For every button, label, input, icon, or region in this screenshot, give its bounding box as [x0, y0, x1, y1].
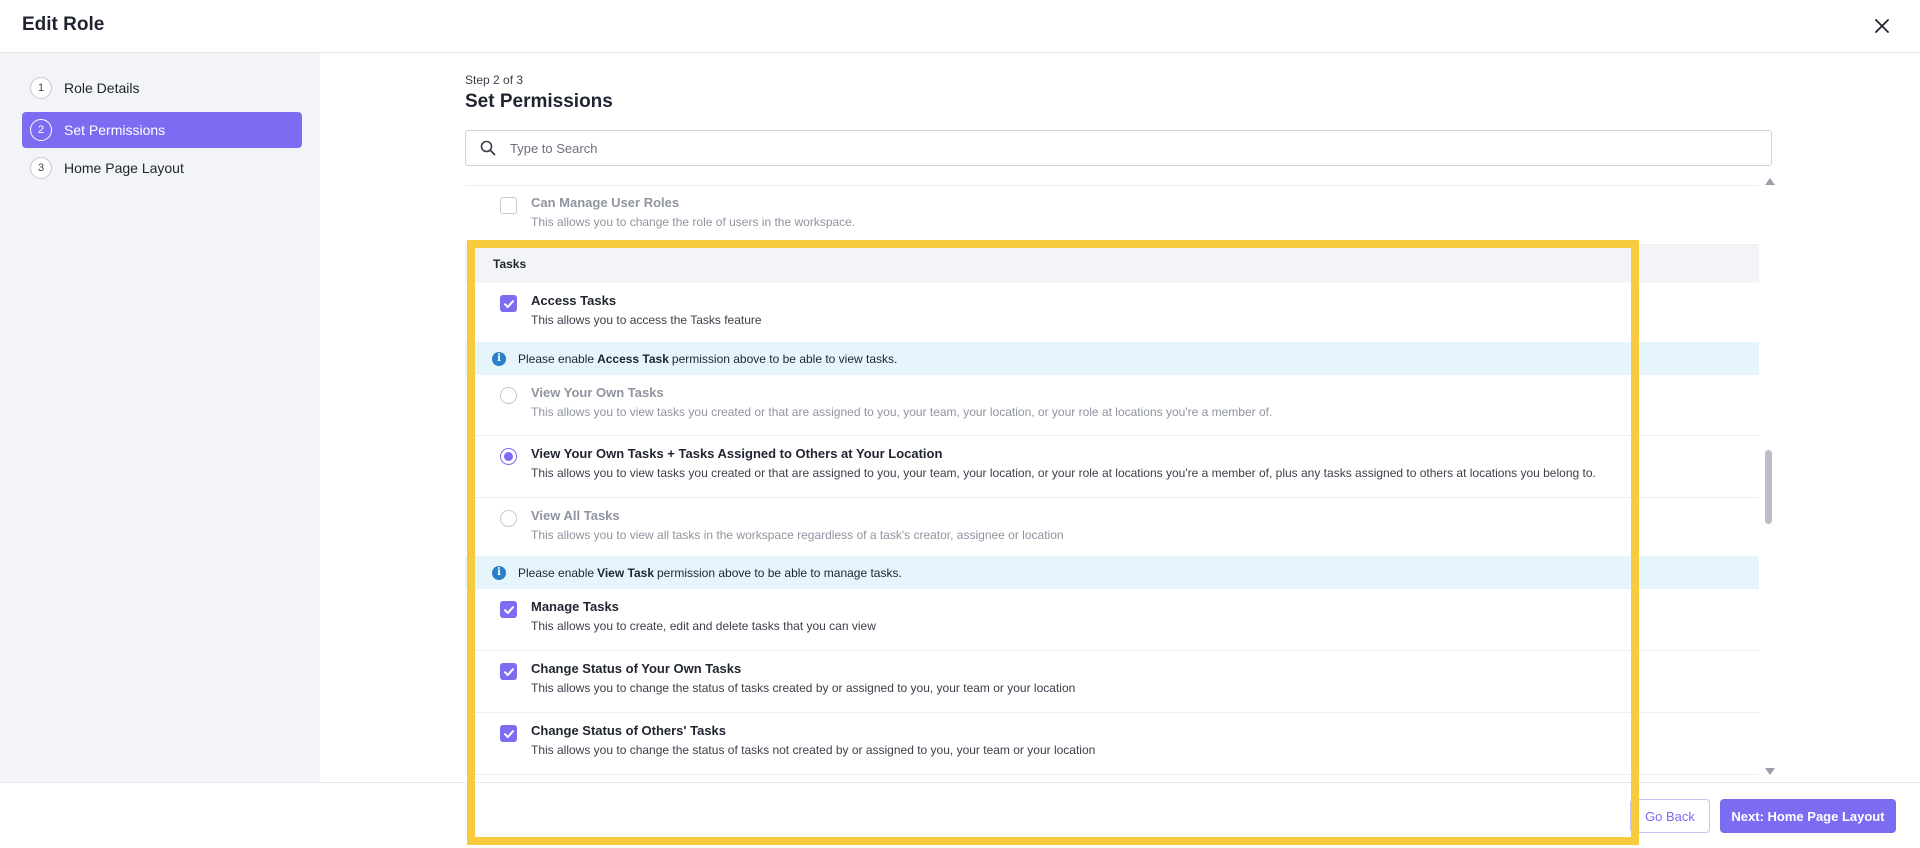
radio-selected[interactable]: [500, 448, 517, 465]
close-icon: [1875, 19, 1889, 33]
go-back-button[interactable]: Go Back: [1630, 799, 1710, 833]
permission-title: Can Manage User Roles: [531, 195, 680, 210]
permission-description: This allows you to change the role of us…: [531, 215, 856, 229]
permission-manage-tasks: Manage Tasks This allows you to create, …: [465, 589, 1759, 651]
radio-unselected[interactable]: [500, 387, 517, 404]
info-banner-access: i Please enable Access Task permission a…: [465, 342, 1759, 375]
checkbox-checked[interactable]: [500, 725, 517, 742]
group-title: Tasks: [493, 257, 527, 271]
dialog-footer: Go Back Next: Home Page Layout: [0, 782, 1920, 848]
check-icon: [503, 299, 514, 308]
step-number: 2: [30, 119, 52, 141]
permission-title: Change Status of Your Own Tasks: [531, 661, 742, 676]
group-header-tasks: Tasks: [465, 245, 1759, 283]
steps-sidebar: 1 Role Details 2 Set Permissions 3 Home …: [0, 53, 320, 782]
search-icon: [480, 140, 496, 156]
permission-title: Access Tasks: [531, 293, 617, 308]
check-icon: [503, 729, 514, 738]
permission-description: This allows you to change the status of …: [531, 743, 1096, 757]
checkbox-unchecked[interactable]: [500, 197, 517, 214]
info-text-pre: Please enable: [518, 565, 595, 580]
permission-manage-user-roles: Can Manage User Roles This allows you to…: [465, 185, 1759, 245]
permission-change-own-status: Change Status of Your Own Tasks This all…: [465, 651, 1759, 713]
radio-unselected[interactable]: [500, 510, 517, 527]
step-label: Role Details: [64, 80, 140, 96]
dialog-header: Edit Role: [0, 0, 1920, 53]
info-text-post: permission above to be able to manage ta…: [657, 565, 902, 580]
permission-description: This allows you to view tasks you create…: [531, 405, 1273, 419]
permission-description: This allows you to change the status of …: [531, 681, 1076, 695]
permission-description: This allows you to access the Tasks feat…: [531, 313, 762, 327]
scroll-down-arrow-icon[interactable]: [1765, 768, 1775, 775]
dialog-title: Edit Role: [22, 14, 105, 35]
sidebar-step-role-details[interactable]: 1 Role Details: [22, 70, 302, 106]
permissions-scrollbar[interactable]: [1762, 178, 1776, 778]
permission-view-own-location-tasks: View Your Own Tasks + Tasks Assigned to …: [465, 436, 1759, 498]
sidebar-step-set-permissions[interactable]: 2 Set Permissions: [22, 112, 302, 148]
permissions-list: Can Manage User Roles This allows you to…: [465, 185, 1759, 782]
info-text-pre: Please enable: [518, 351, 595, 366]
sidebar-step-home-page-layout[interactable]: 3 Home Page Layout: [22, 150, 302, 186]
scroll-thumb[interactable]: [1765, 450, 1772, 524]
checkbox-checked[interactable]: [500, 663, 517, 680]
permission-title: View Your Own Tasks + Tasks Assigned to …: [531, 446, 943, 461]
permission-description: This allows you to view tasks you create…: [531, 466, 1596, 480]
info-icon: i: [492, 351, 506, 366]
permission-description: This allows you to view all tasks in the…: [531, 528, 1064, 542]
info-text-bold: Access Task: [597, 351, 669, 366]
info-text-bold: View Task: [597, 565, 654, 580]
permission-title: View Your Own Tasks: [531, 385, 664, 400]
checkbox-checked[interactable]: [500, 601, 517, 618]
step-label: Set Permissions: [64, 122, 166, 138]
next-home-page-layout-button[interactable]: Next: Home Page Layout: [1720, 799, 1896, 833]
permission-view-own-tasks: View Your Own Tasks This allows you to v…: [465, 375, 1759, 436]
step-number: 1: [30, 77, 52, 99]
checkbox-checked[interactable]: [500, 295, 517, 312]
permission-description: This allows you to create, edit and dele…: [531, 619, 876, 633]
search-box[interactable]: [465, 130, 1772, 166]
permission-title: View All Tasks: [531, 508, 620, 523]
step-indicator: Step 2 of 3: [465, 73, 524, 87]
info-icon: i: [492, 565, 506, 580]
main-content: Step 2 of 3 Set Permissions Can Manage U…: [320, 53, 1920, 782]
info-text-post: permission above to be able to view task…: [671, 351, 898, 366]
scroll-up-arrow-icon[interactable]: [1765, 178, 1775, 185]
permission-change-others-status: Change Status of Others' Tasks This allo…: [465, 713, 1759, 775]
step-number: 3: [30, 157, 52, 179]
search-input[interactable]: [510, 140, 1710, 156]
permission-access-tasks: Access Tasks This allows you to access t…: [465, 283, 1759, 342]
page-title: Set Permissions: [465, 91, 613, 112]
check-icon: [503, 605, 514, 614]
permission-title: Manage Tasks: [531, 599, 619, 614]
permission-title: Change Status of Others' Tasks: [531, 723, 727, 738]
info-banner-view: i Please enable View Task permission abo…: [465, 556, 1759, 589]
check-icon: [503, 667, 514, 676]
step-label: Home Page Layout: [64, 160, 184, 176]
close-button[interactable]: [1870, 14, 1894, 38]
permission-view-all-tasks: View All Tasks This allows you to view a…: [465, 498, 1759, 556]
